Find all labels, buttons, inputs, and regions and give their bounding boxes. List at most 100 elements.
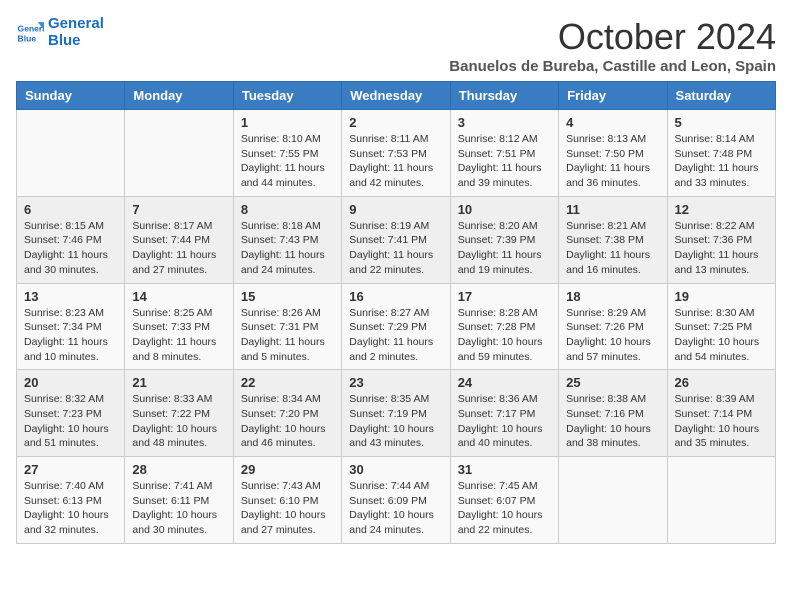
calendar-cell: 8Sunrise: 8:18 AMSunset: 7:43 PMDaylight… — [233, 196, 341, 283]
day-header-friday: Friday — [559, 82, 667, 110]
calendar-cell — [559, 457, 667, 544]
calendar-cell: 25Sunrise: 8:38 AMSunset: 7:16 PMDayligh… — [559, 370, 667, 457]
day-info: Sunrise: 8:25 AMSunset: 7:33 PMDaylight:… — [132, 306, 225, 365]
week-row-4: 20 Sunrise: 8:32 AMSunset: 7:23 PMDayligh… — [17, 370, 776, 457]
day-number: 14 — [132, 289, 225, 304]
calendar-cell: 7Sunrise: 8:17 AMSunset: 7:44 PMDaylight… — [125, 196, 233, 283]
day-number: 28 — [132, 462, 225, 477]
day-number: 21 — [132, 375, 225, 390]
day-number: 18 — [566, 289, 659, 304]
day-number: 1 — [241, 115, 334, 130]
day-info: Sunrise: 8:26 AMSunset: 7:31 PMDaylight:… — [241, 306, 334, 365]
day-number: 15 — [241, 289, 334, 304]
day-number: 20 — [24, 375, 117, 390]
logo-subtext: Blue — [48, 33, 104, 50]
day-number: 31 — [458, 462, 551, 477]
calendar-cell: 30 Sunrise: 7:44 AMSunset: 6:09 PMDayligh… — [342, 457, 450, 544]
day-info: Sunrise: 8:12 AMSunset: 7:51 PMDaylight:… — [458, 132, 551, 191]
calendar-cell: 20 Sunrise: 8:32 AMSunset: 7:23 PMDayligh… — [17, 370, 125, 457]
svg-text:Blue: Blue — [18, 33, 37, 43]
day-info: Sunrise: 8:20 AMSunset: 7:39 PMDaylight:… — [458, 219, 551, 278]
day-number: 26 — [675, 375, 768, 390]
calendar-cell: 17 Sunrise: 8:28 AMSunset: 7:28 PMDayligh… — [450, 283, 558, 370]
calendar-header: SundayMondayTuesdayWednesdayThursdayFrid… — [17, 82, 776, 110]
calendar-cell: 6 Sunrise: 8:15 AMSunset: 7:46 PMDaylight… — [17, 196, 125, 283]
day-info: Sunrise: 7:41 AMSunset: 6:11 PMDaylight:… — [132, 479, 225, 538]
day-info: Sunrise: 8:27 AMSunset: 7:29 PMDaylight:… — [349, 306, 442, 365]
calendar-cell: 16 Sunrise: 8:27 AMSunset: 7:29 PMDayligh… — [342, 283, 450, 370]
day-number: 19 — [675, 289, 768, 304]
month-title: October 2024 — [449, 16, 776, 58]
day-info: Sunrise: 8:30 AMSunset: 7:25 PMDaylight:… — [675, 306, 768, 365]
calendar-cell: 2 Sunrise: 8:11 AMSunset: 7:53 PMDaylight… — [342, 110, 450, 197]
day-number: 23 — [349, 375, 442, 390]
calendar-cell — [17, 110, 125, 197]
day-number: 30 — [349, 462, 442, 477]
week-row-1: 1Sunrise: 8:10 AMSunset: 7:55 PMDaylight… — [17, 110, 776, 197]
calendar-cell: 15 Sunrise: 8:26 AMSunset: 7:31 PMDayligh… — [233, 283, 341, 370]
day-number: 24 — [458, 375, 551, 390]
week-row-3: 13Sunrise: 8:23 AMSunset: 7:34 PMDayligh… — [17, 283, 776, 370]
day-number: 13 — [24, 289, 117, 304]
calendar-cell — [667, 457, 775, 544]
day-info: Sunrise: 8:21 AMSunset: 7:38 PMDaylight:… — [566, 219, 659, 278]
day-info: Sunrise: 8:17 AMSunset: 7:44 PMDaylight:… — [132, 219, 225, 278]
day-number: 6 — [24, 202, 117, 217]
day-info: Sunrise: 8:32 AMSunset: 7:23 PMDaylight:… — [24, 392, 117, 451]
calendar-cell: 18 Sunrise: 8:29 AMSunset: 7:26 PMDayligh… — [559, 283, 667, 370]
day-number: 3 — [458, 115, 551, 130]
day-info: Sunrise: 7:40 AMSunset: 6:13 PMDaylight:… — [24, 479, 117, 538]
day-header-wednesday: Wednesday — [342, 82, 450, 110]
day-number: 4 — [566, 115, 659, 130]
calendar-body: 1Sunrise: 8:10 AMSunset: 7:55 PMDaylight… — [17, 110, 776, 544]
calendar-cell: 11 Sunrise: 8:21 AMSunset: 7:38 PMDayligh… — [559, 196, 667, 283]
day-info: Sunrise: 8:34 AMSunset: 7:20 PMDaylight:… — [241, 392, 334, 451]
calendar-cell: 13Sunrise: 8:23 AMSunset: 7:34 PMDayligh… — [17, 283, 125, 370]
calendar-cell — [125, 110, 233, 197]
calendar-cell: 4 Sunrise: 8:13 AMSunset: 7:50 PMDaylight… — [559, 110, 667, 197]
calendar-cell: 27 Sunrise: 7:40 AMSunset: 6:13 PMDayligh… — [17, 457, 125, 544]
day-number: 2 — [349, 115, 442, 130]
calendar-cell: 14 Sunrise: 8:25 AMSunset: 7:33 PMDayligh… — [125, 283, 233, 370]
day-info: Sunrise: 8:35 AMSunset: 7:19 PMDaylight:… — [349, 392, 442, 451]
day-number: 29 — [241, 462, 334, 477]
day-number: 25 — [566, 375, 659, 390]
day-info: Sunrise: 8:18 AMSunset: 7:43 PMDaylight:… — [241, 219, 334, 278]
day-info: Sunrise: 7:44 AMSunset: 6:09 PMDaylight:… — [349, 479, 442, 538]
day-header-tuesday: Tuesday — [233, 82, 341, 110]
day-info: Sunrise: 8:28 AMSunset: 7:28 PMDaylight:… — [458, 306, 551, 365]
day-info: Sunrise: 7:43 AMSunset: 6:10 PMDaylight:… — [241, 479, 334, 538]
calendar-cell: 9Sunrise: 8:19 AMSunset: 7:41 PMDaylight… — [342, 196, 450, 283]
day-header-monday: Monday — [125, 82, 233, 110]
day-header-saturday: Saturday — [667, 82, 775, 110]
calendar-cell: 22Sunrise: 8:34 AMSunset: 7:20 PMDayligh… — [233, 370, 341, 457]
calendar-cell: 24 Sunrise: 8:36 AMSunset: 7:17 PMDayligh… — [450, 370, 558, 457]
day-info: Sunrise: 8:13 AMSunset: 7:50 PMDaylight:… — [566, 132, 659, 191]
day-number: 11 — [566, 202, 659, 217]
calendar-cell: 28 Sunrise: 7:41 AMSunset: 6:11 PMDayligh… — [125, 457, 233, 544]
day-info: Sunrise: 8:11 AMSunset: 7:53 PMDaylight:… — [349, 132, 442, 191]
day-number: 10 — [458, 202, 551, 217]
calendar-cell: 21 Sunrise: 8:33 AMSunset: 7:22 PMDayligh… — [125, 370, 233, 457]
day-info: Sunrise: 7:45 AMSunset: 6:07 PMDaylight:… — [458, 479, 551, 538]
day-number: 16 — [349, 289, 442, 304]
calendar-cell: 3 Sunrise: 8:12 AMSunset: 7:51 PMDaylight… — [450, 110, 558, 197]
calendar-cell: 10 Sunrise: 8:20 AMSunset: 7:39 PMDayligh… — [450, 196, 558, 283]
day-info: Sunrise: 8:22 AMSunset: 7:36 PMDaylight:… — [675, 219, 768, 278]
day-info: Sunrise: 8:39 AMSunset: 7:14 PMDaylight:… — [675, 392, 768, 451]
calendar-cell: 29 Sunrise: 7:43 AMSunset: 6:10 PMDayligh… — [233, 457, 341, 544]
calendar-cell: 5Sunrise: 8:14 AMSunset: 7:48 PMDaylight… — [667, 110, 775, 197]
day-number: 17 — [458, 289, 551, 304]
calendar-cell: 31 Sunrise: 7:45 AMSunset: 6:07 PMDayligh… — [450, 457, 558, 544]
day-info: Sunrise: 8:15 AMSunset: 7:46 PMDaylight:… — [24, 219, 117, 278]
day-number: 5 — [675, 115, 768, 130]
day-info: Sunrise: 8:33 AMSunset: 7:22 PMDaylight:… — [132, 392, 225, 451]
calendar-table: SundayMondayTuesdayWednesdayThursdayFrid… — [16, 81, 776, 544]
day-info: Sunrise: 8:36 AMSunset: 7:17 PMDaylight:… — [458, 392, 551, 451]
calendar-cell: 23 Sunrise: 8:35 AMSunset: 7:19 PMDayligh… — [342, 370, 450, 457]
logo: General Blue General Blue — [16, 16, 104, 49]
title-section: October 2024 Banuelos de Bureba, Castill… — [449, 16, 776, 75]
day-info: Sunrise: 8:29 AMSunset: 7:26 PMDaylight:… — [566, 306, 659, 365]
calendar-cell: 19 Sunrise: 8:30 AMSunset: 7:25 PMDayligh… — [667, 283, 775, 370]
day-number: 27 — [24, 462, 117, 477]
